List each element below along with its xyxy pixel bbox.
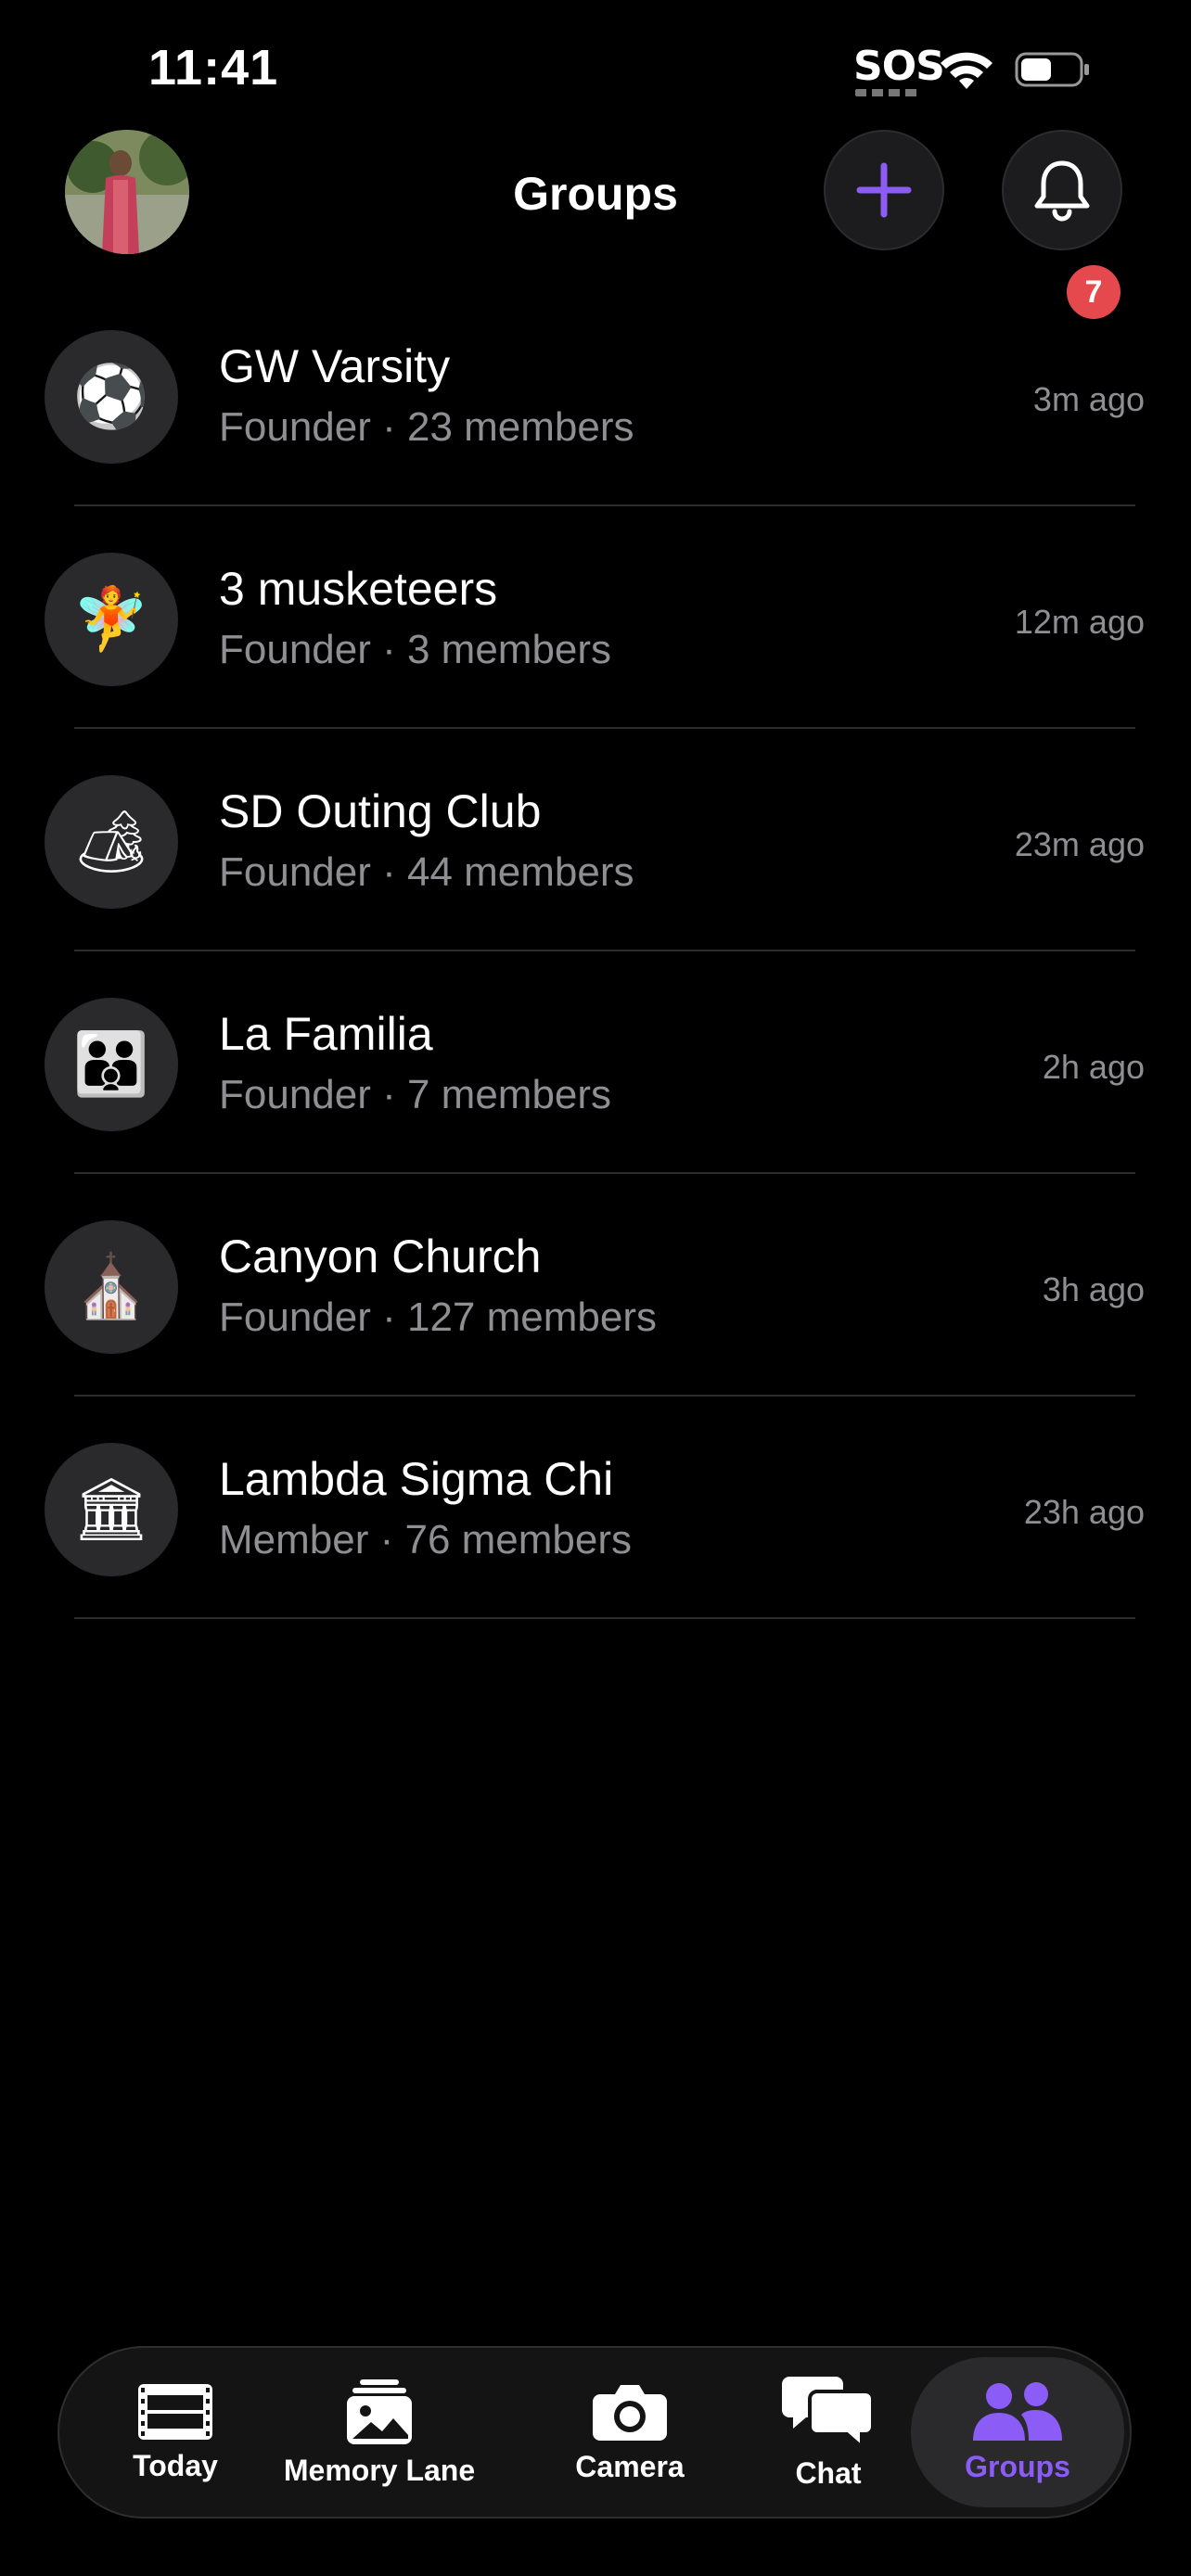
- divider: [74, 1395, 1135, 1396]
- group-time: 23h ago: [1023, 1493, 1145, 1531]
- wifi-icon: [941, 52, 992, 89]
- group-time: 3m ago: [1032, 380, 1145, 418]
- signal-dots-icon: [855, 89, 920, 96]
- photo-stack-icon: [347, 2378, 412, 2444]
- group-row[interactable]: 🏕 SD Outing Club Founder · 44 members 23…: [0, 760, 1191, 983]
- group-row[interactable]: 🧚 3 musketeers Founder · 3 members 12m a…: [0, 538, 1191, 760]
- tab-memory-lane[interactable]: Memory Lane: [284, 2348, 475, 2517]
- group-time: 3h ago: [1042, 1270, 1145, 1308]
- classical-building-icon: 🏛: [45, 1443, 178, 1576]
- status-bar: 11:41 SOS: [0, 0, 1191, 130]
- tab-label: Chat: [795, 2455, 862, 2490]
- tab-camera[interactable]: Camera: [570, 2348, 690, 2517]
- camping-icon: 🏕: [45, 775, 178, 909]
- group-meta: Founder · 7 members: [219, 1072, 612, 1117]
- group-name: 3 musketeers: [219, 563, 498, 615]
- divider: [74, 727, 1135, 729]
- group-time: 12m ago: [1014, 603, 1145, 641]
- family-icon: 👪: [45, 998, 178, 1131]
- notifications-button[interactable]: [1002, 130, 1122, 250]
- tab-today[interactable]: Today: [115, 2348, 236, 2517]
- group-name: Canyon Church: [219, 1231, 542, 1282]
- divider: [74, 1172, 1135, 1174]
- tab-groups[interactable]: Groups: [911, 2357, 1124, 2507]
- divider: [74, 950, 1135, 951]
- fairy-icon: 🧚: [45, 553, 178, 686]
- group-meta: Founder · 127 members: [219, 1294, 657, 1340]
- group-time: 2h ago: [1042, 1048, 1145, 1086]
- people-icon: [973, 2381, 1062, 2441]
- tab-label: Memory Lane: [283, 2453, 476, 2487]
- group-row[interactable]: ⛪ Canyon Church Founder · 127 members 3h…: [0, 1205, 1191, 1428]
- group-row[interactable]: 👪 La Familia Founder · 7 members 2h ago: [0, 983, 1191, 1205]
- group-list: ⚽ GW Varsity Founder · 23 members 3m ago…: [0, 315, 1191, 1651]
- group-row[interactable]: 🏛 Lambda Sigma Chi Member · 76 members 2…: [0, 1428, 1191, 1651]
- sos-indicator: SOS: [853, 43, 945, 90]
- camera-icon: [593, 2384, 667, 2441]
- add-group-button[interactable]: [824, 130, 944, 250]
- header: Groups 7: [0, 130, 1191, 319]
- tab-label: Groups: [965, 2449, 1070, 2483]
- group-name: GW Varsity: [219, 340, 451, 392]
- tab-bar: Today Memory Lane Camera Chat Groups: [58, 2346, 1132, 2519]
- plus-icon: [856, 162, 912, 218]
- divider: [74, 1617, 1135, 1619]
- group-name: SD Outing Club: [219, 785, 542, 837]
- film-strip-icon: [138, 2383, 212, 2440]
- chat-bubbles-icon: [782, 2376, 875, 2449]
- group-meta: Founder · 3 members: [219, 627, 612, 672]
- group-time: 23m ago: [1014, 825, 1145, 863]
- group-name: Lambda Sigma Chi: [219, 1453, 614, 1505]
- group-row[interactable]: ⚽ GW Varsity Founder · 23 members 3m ago: [0, 315, 1191, 538]
- group-name: La Familia: [219, 1008, 433, 1060]
- notification-badge: 7: [1067, 265, 1121, 319]
- group-meta: Founder · 44 members: [219, 849, 634, 895]
- group-meta: Member · 76 members: [219, 1517, 633, 1562]
- battery-icon: [1015, 52, 1089, 87]
- tab-chat[interactable]: Chat: [777, 2348, 879, 2517]
- tab-label: Today: [133, 2448, 218, 2482]
- bell-icon: [1034, 160, 1090, 222]
- divider: [74, 504, 1135, 506]
- soccer-ball-icon: ⚽: [45, 330, 178, 464]
- group-meta: Founder · 23 members: [219, 404, 634, 450]
- tab-label: Camera: [575, 2449, 685, 2483]
- church-icon: ⛪: [45, 1220, 178, 1354]
- status-time: 11:41: [148, 40, 279, 96]
